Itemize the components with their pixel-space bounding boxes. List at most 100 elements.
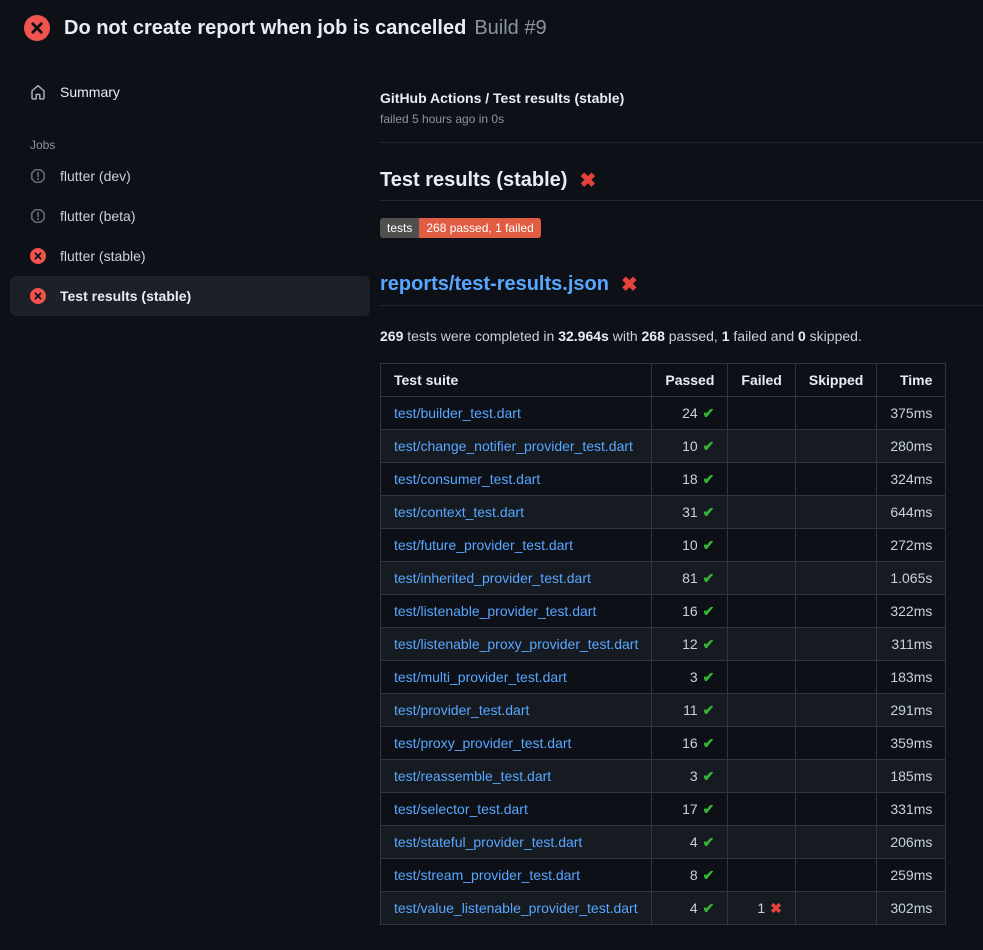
test-suite-link[interactable]: test/change_notifier_provider_test.dart bbox=[394, 438, 633, 454]
test-suite-link[interactable]: test/value_listenable_provider_test.dart bbox=[394, 900, 638, 916]
skipped-cell bbox=[795, 529, 876, 562]
badge-value: 268 passed, 1 failed bbox=[419, 218, 540, 238]
run-header: Do not create report when job is cancell… bbox=[0, 0, 983, 54]
check-icon: ✔ bbox=[703, 834, 715, 850]
time-value: 272ms bbox=[890, 537, 932, 553]
test-suite-link[interactable]: test/provider_test.dart bbox=[394, 702, 529, 718]
skipped-cell bbox=[795, 430, 876, 463]
sidebar-item-summary[interactable]: Summary bbox=[10, 76, 370, 108]
run-build-number: Build #9 bbox=[474, 17, 546, 39]
table-row: test/provider_test.dart 11✔ ✖ 291ms bbox=[381, 694, 946, 727]
passed-count: 10 bbox=[682, 537, 698, 553]
check-icon: ✔ bbox=[703, 900, 715, 916]
passed-count: 12 bbox=[682, 636, 698, 652]
test-suite-link[interactable]: test/listenable_proxy_provider_test.dart bbox=[394, 636, 638, 652]
results-table-body: test/builder_test.dart 24✔ ✖ 375ms test/… bbox=[381, 397, 946, 925]
time-value: 206ms bbox=[890, 834, 932, 850]
test-suite-link[interactable]: test/multi_provider_test.dart bbox=[394, 669, 567, 685]
col-header-time: Time bbox=[877, 364, 946, 397]
run-meta: failed 5 hours ago in 0s bbox=[380, 112, 983, 126]
skipped-cell bbox=[795, 397, 876, 430]
breadcrumb: GitHub Actions / Test results (stable) bbox=[380, 90, 983, 106]
skipped-cell bbox=[795, 661, 876, 694]
x-circle-icon bbox=[30, 248, 46, 264]
time-value: 291ms bbox=[890, 702, 932, 718]
time-value: 311ms bbox=[891, 636, 932, 652]
report-file-row: reports/test-results.json ✖ bbox=[380, 273, 983, 306]
report-file-link[interactable]: reports/test-results.json bbox=[380, 273, 609, 296]
time-value: 1.065s bbox=[890, 570, 932, 586]
table-row: test/change_notifier_provider_test.dart … bbox=[381, 430, 946, 463]
table-row: test/builder_test.dart 24✔ ✖ 375ms bbox=[381, 397, 946, 430]
test-suite-link[interactable]: test/stream_provider_test.dart bbox=[394, 867, 580, 883]
check-icon: ✔ bbox=[703, 438, 715, 454]
sidebar-item-test-results-stable[interactable]: Test results (stable) bbox=[10, 276, 370, 316]
check-icon: ✔ bbox=[703, 504, 715, 520]
skipped-cell bbox=[795, 463, 876, 496]
table-row: test/consumer_test.dart 18✔ ✖ 324ms bbox=[381, 463, 946, 496]
time-value: 302ms bbox=[890, 900, 932, 916]
check-icon: ✔ bbox=[703, 471, 715, 487]
skipped-cell bbox=[795, 892, 876, 925]
table-row: test/stream_provider_test.dart 8✔ ✖ 259m… bbox=[381, 859, 946, 892]
check-icon: ✔ bbox=[703, 735, 715, 751]
divider bbox=[380, 142, 983, 143]
check-icon: ✔ bbox=[703, 636, 715, 652]
check-icon: ✔ bbox=[703, 537, 715, 553]
check-icon: ✔ bbox=[703, 867, 715, 883]
passed-count: 11 bbox=[683, 702, 698, 718]
check-icon: ✔ bbox=[703, 405, 715, 421]
passed-count: 81 bbox=[682, 570, 698, 586]
passed-count: 16 bbox=[682, 735, 698, 751]
time-value: 322ms bbox=[890, 603, 932, 619]
col-header-skipped: Skipped bbox=[795, 364, 876, 397]
passed-count: 4 bbox=[690, 900, 698, 916]
failed-count: 1 bbox=[757, 900, 765, 916]
check-icon: ✔ bbox=[703, 801, 715, 817]
col-header-test-suite: Test suite bbox=[381, 364, 652, 397]
summary-total: 269 bbox=[380, 328, 403, 344]
sidebar-item-flutter-beta[interactable]: flutter (beta) bbox=[10, 196, 370, 236]
test-suite-link[interactable]: test/listenable_provider_test.dart bbox=[394, 603, 596, 619]
badge-label: tests bbox=[380, 218, 419, 238]
job-label: flutter (dev) bbox=[60, 168, 131, 184]
passed-count: 31 bbox=[682, 504, 698, 520]
sidebar-item-flutter-stable[interactable]: flutter (stable) bbox=[10, 236, 370, 276]
table-row: test/proxy_provider_test.dart 16✔ ✖ 359m… bbox=[381, 727, 946, 760]
time-value: 280ms bbox=[890, 438, 932, 454]
skipped-cell bbox=[795, 793, 876, 826]
test-suite-link[interactable]: test/builder_test.dart bbox=[394, 405, 521, 421]
table-row: test/context_test.dart 31✔ ✖ 644ms bbox=[381, 496, 946, 529]
check-icon: ✔ bbox=[703, 768, 715, 784]
sidebar: Summary Jobs flutter (dev) flut bbox=[0, 54, 380, 316]
test-suite-link[interactable]: test/context_test.dart bbox=[394, 504, 524, 520]
time-value: 331ms bbox=[890, 801, 932, 817]
x-icon: ✖ bbox=[770, 900, 782, 916]
skipped-cell bbox=[795, 727, 876, 760]
test-suite-link[interactable]: test/future_provider_test.dart bbox=[394, 537, 573, 553]
test-suite-link[interactable]: test/proxy_provider_test.dart bbox=[394, 735, 571, 751]
table-row: test/stateful_provider_test.dart 4✔ ✖ 20… bbox=[381, 826, 946, 859]
x-circle-icon bbox=[24, 15, 50, 41]
time-value: 359ms bbox=[890, 735, 932, 751]
skipped-cell bbox=[795, 595, 876, 628]
test-suite-link[interactable]: test/selector_test.dart bbox=[394, 801, 528, 817]
passed-count: 8 bbox=[690, 867, 698, 883]
home-icon bbox=[30, 84, 46, 100]
skipped-cell bbox=[795, 859, 876, 892]
summary-passed: 268 bbox=[642, 328, 665, 344]
x-circle-icon bbox=[30, 288, 46, 304]
test-suite-link[interactable]: test/stateful_provider_test.dart bbox=[394, 834, 582, 850]
sidebar-item-flutter-dev[interactable]: flutter (dev) bbox=[10, 156, 370, 196]
summary-duration: 32.964s bbox=[558, 328, 609, 344]
test-suite-link[interactable]: test/inherited_provider_test.dart bbox=[394, 570, 591, 586]
table-row: test/reassemble_test.dart 3✔ ✖ 185ms bbox=[381, 760, 946, 793]
test-suite-link[interactable]: test/consumer_test.dart bbox=[394, 471, 540, 487]
skipped-cell bbox=[795, 694, 876, 727]
check-icon: ✔ bbox=[703, 570, 715, 586]
table-row: test/value_listenable_provider_test.dart… bbox=[381, 892, 946, 925]
test-summary-line: 269 tests were completed in 32.964s with… bbox=[380, 328, 983, 344]
test-suite-link[interactable]: test/reassemble_test.dart bbox=[394, 768, 551, 784]
check-icon: ✔ bbox=[703, 669, 715, 685]
job-label: flutter (stable) bbox=[60, 248, 146, 264]
